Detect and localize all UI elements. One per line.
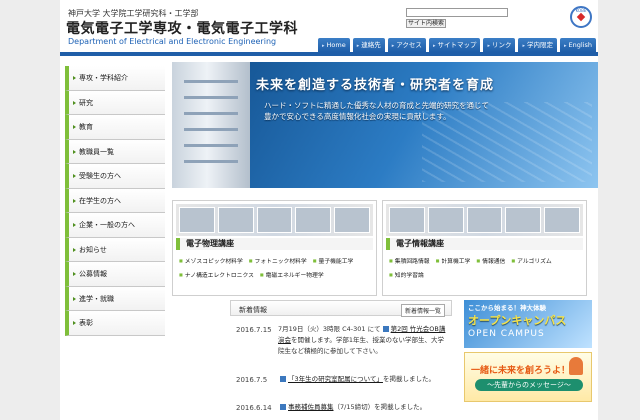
nav-contact[interactable]: 連絡先 xyxy=(352,38,385,52)
sidebar-item-research[interactable]: 研究 xyxy=(65,90,165,115)
dept-link[interactable]: 情報通信 xyxy=(476,256,505,265)
news-date: 2016.6.14 xyxy=(236,404,272,412)
nav-access[interactable]: アクセス xyxy=(387,38,426,52)
header-divider xyxy=(60,52,598,56)
banner-line: OPEN CAMPUS xyxy=(468,329,545,339)
sidebar-item-careers[interactable]: 進学・就職 xyxy=(65,286,165,311)
building-window-row xyxy=(184,80,238,83)
senior-message-banner[interactable]: 一緒に未来を創ろうよ！ ～先輩からのメッセージ～ xyxy=(464,352,592,402)
dept-panel-electronic-physics: 電子物理講座 メゾスコピック材料学 フォトニック材料学 量子機能工学 ナノ構造エ… xyxy=(172,200,377,296)
dept-link[interactable]: 知的学習論 xyxy=(389,270,424,279)
banner-line: ～先輩からのメッセージ～ xyxy=(475,379,583,391)
news-link[interactable]: 事務補佐員募集 xyxy=(288,403,334,411)
news-more-button[interactable]: 新着情報一覧 xyxy=(401,304,446,317)
logo-text: KOBE xyxy=(575,8,587,13)
sidebar-item-about[interactable]: 専攻・学科紹介 xyxy=(65,66,165,91)
dept-panel-electronic-information: 電子情報講座 集積回路情報 計算機工学 情報通信 アルゴリズム 知的学習論 xyxy=(382,200,587,296)
character-icon xyxy=(569,357,583,375)
dept-link[interactable]: 電磁エネルギー物理学 xyxy=(260,270,324,279)
sidebar: 専攻・学科紹介 研究 教育 教職員一覧 受験生の方へ 在学生の方へ 企業・一般の… xyxy=(65,66,165,336)
news-header: 新着情報 新着情報一覧 xyxy=(230,300,452,317)
sidebar-item-education[interactable]: 教育 xyxy=(65,115,165,140)
dept-links: メゾスコピック材料学 フォトニック材料学 量子機能工学 ナノ構造エレクトロニクス… xyxy=(179,256,375,279)
top-navigation: Home 連絡先 アクセス サイトマップ リンク 学内限定 English xyxy=(318,38,596,52)
sidebar-item-awards[interactable]: 表彰 xyxy=(65,311,165,336)
news-date: 2016.7.15 xyxy=(236,326,272,334)
sidebar-item-news[interactable]: お知らせ xyxy=(65,237,165,262)
dept-link[interactable]: 量子機能工学 xyxy=(313,256,354,265)
hero-banner: 未来を創造する技術者・研究者を育成 ハード・ソフトに精通した優秀な人材の育成と先… xyxy=(172,62,598,188)
hero-text-line: ハード・ソフトに精通した優秀な人材の育成と先端的研究を通じて xyxy=(264,101,489,110)
sidebar-item-recruitment[interactable]: 公募情報 xyxy=(65,262,165,287)
nav-internal[interactable]: 学内限定 xyxy=(518,38,557,52)
dept-link[interactable]: アルゴリズム xyxy=(511,256,552,265)
search-input[interactable] xyxy=(406,8,508,17)
hero-heading: 未来を創造する技術者・研究者を育成 xyxy=(256,78,495,93)
dept-link[interactable]: メゾスコピック材料学 xyxy=(179,256,243,265)
news-item-text: 「3年生の研究室配属について」を掲載しました。 xyxy=(278,374,450,385)
dept-links: 集積回路情報 計算機工学 情報通信 アルゴリズム 知的学習論 xyxy=(389,256,585,279)
building-window-row xyxy=(184,144,238,147)
building-window-row xyxy=(184,128,238,131)
nav-links[interactable]: リンク xyxy=(483,38,516,52)
nav-sitemap[interactable]: サイトマップ xyxy=(428,38,481,52)
news-item-text: 事務補佐員募集（7/15締切）を掲載しました。 xyxy=(278,402,450,413)
banner-line: オープンキャンパス xyxy=(468,314,567,327)
news-suffix: を掲載しました。 xyxy=(382,375,435,383)
sidebar-item-students[interactable]: 在学生の方へ xyxy=(65,188,165,213)
dept-link[interactable]: 計算機工学 xyxy=(436,256,470,265)
nav-home[interactable]: Home xyxy=(318,38,350,52)
kobe-logo-icon[interactable]: KOBE xyxy=(570,6,592,28)
sidebar-item-faculty[interactable]: 教職員一覧 xyxy=(65,139,165,164)
news-suffix: （7/15締切）を掲載しました。 xyxy=(333,403,427,411)
page: 神戸大学 大学院工学研究科・工学部 電気電子工学専攻・電気電子工学科 Depar… xyxy=(60,0,598,420)
dept-link[interactable]: フォトニック材料学 xyxy=(249,256,307,265)
site-subtitle: Department of Electrical and Electronic … xyxy=(68,37,277,46)
news-link[interactable]: 「3年生の研究室配属について」 xyxy=(288,375,383,383)
sidebar-item-applicants[interactable]: 受験生の方へ xyxy=(65,164,165,189)
news-suffix: を開催します。学部1年生、授業のない学部生、大学院生など積極的に参加して下さい。 xyxy=(278,336,444,355)
news-prefix: 7月19日（火）3時限 C4-301 にて xyxy=(278,325,381,333)
pdf-icon xyxy=(280,376,286,382)
dept-image-strip xyxy=(176,204,373,236)
pdf-icon xyxy=(280,404,286,410)
hero-text-line: 豊かで安心できる高度情報化社会の実現に貢献します。 xyxy=(264,112,451,121)
news-date: 2016.7.5 xyxy=(236,376,268,384)
dept-link[interactable]: 集積回路情報 xyxy=(389,256,430,265)
dept-image-strip xyxy=(386,204,583,236)
open-campus-banner[interactable]: ここから始まる！神大体験 オープンキャンパス OPEN CAMPUS xyxy=(464,300,592,348)
site-header: 神戸大学 大学院工学研究科・工学部 電気電子工学専攻・電気電子工学科 Depar… xyxy=(60,0,598,58)
search-button[interactable]: サイト内検索 xyxy=(406,19,446,28)
building-image xyxy=(172,62,250,188)
building-window-row xyxy=(184,112,238,115)
sidebar-item-companies[interactable]: 企業・一般の方へ xyxy=(65,213,165,238)
building-window-row xyxy=(184,96,238,99)
dept-link[interactable]: ナノ構造エレクトロニクス xyxy=(179,270,254,279)
news-heading: 新着情報 xyxy=(239,306,267,314)
banner-line: 一緒に未来を創ろうよ！ xyxy=(471,366,571,376)
nav-english[interactable]: English xyxy=(559,38,596,52)
pdf-icon xyxy=(382,326,389,332)
building-window-row xyxy=(184,160,238,163)
news-section: 新着情報 新着情報一覧 2016.7.15 7月19日（火）3時限 C4-301… xyxy=(230,300,452,420)
site-title[interactable]: 電気電子工学専攻・電気電子工学科 xyxy=(66,18,298,38)
news-item-text: 7月19日（火）3時限 C4-301 にて 第2回 竹光会OB講演会を開催します。… xyxy=(278,324,450,357)
dept-title[interactable]: 電子情報講座 xyxy=(386,238,583,250)
banner-line: ここから始まる！神大体験 xyxy=(468,304,546,312)
dept-title[interactable]: 電子物理講座 xyxy=(176,238,373,250)
